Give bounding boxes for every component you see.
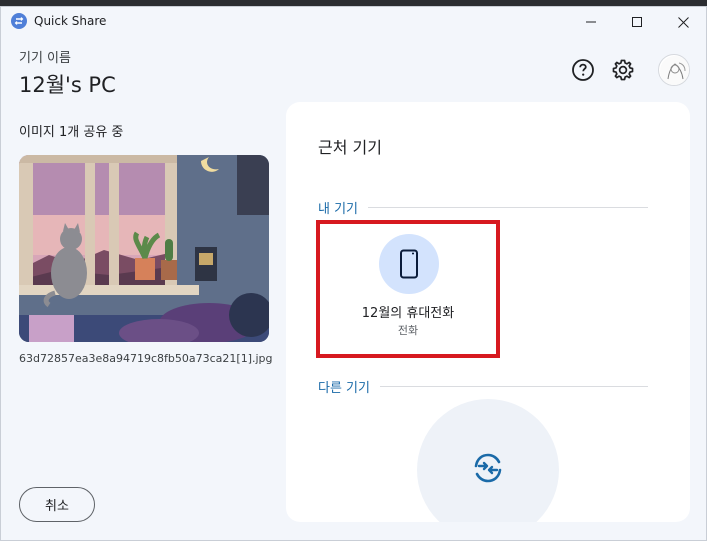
minimize-button[interactable]	[568, 7, 614, 37]
device-tile[interactable]: 12월의 휴대전화 전화	[316, 220, 500, 358]
device-type-label: 전화	[397, 324, 419, 337]
device-name-caption: 기기 이름	[19, 51, 71, 66]
file-name: 63d72857ea3e8a94719c8fb50a73ca21[1].jpg	[19, 352, 273, 365]
window-title: Quick Share	[34, 14, 107, 28]
help-button[interactable]	[570, 57, 596, 83]
quick-share-window: Quick Share 기기 이름 12월's PC 이미지 1개 공유 중 6…	[0, 6, 707, 541]
other-devices-section: 다른 기기	[318, 377, 648, 396]
my-devices-label: 내 기기	[318, 202, 359, 217]
device-avatar	[379, 234, 439, 294]
sync-arrows-icon	[474, 453, 502, 483]
maximize-icon	[632, 17, 642, 27]
title-bar[interactable]: Quick Share	[1, 7, 706, 37]
other-devices-label: 다른 기기	[318, 381, 370, 396]
device-name-label: 12월의 휴대전화	[361, 306, 455, 321]
minimize-icon	[586, 21, 596, 23]
user-avatar[interactable]	[658, 54, 690, 86]
my-devices-section: 내 기기	[318, 198, 648, 217]
phone-icon	[400, 249, 418, 279]
settings-button[interactable]	[610, 57, 636, 83]
gear-icon	[612, 59, 634, 81]
maximize-button[interactable]	[614, 7, 660, 37]
device-name: 12월's PC	[19, 73, 116, 97]
close-icon	[677, 16, 689, 28]
quick-share-icon	[11, 13, 27, 29]
close-button[interactable]	[660, 7, 706, 37]
preview-illustration	[19, 155, 269, 342]
cancel-button[interactable]: 취소	[19, 487, 95, 522]
nearby-devices-panel: 근처 기기 내 기기 12월의 휴대전화 전화 다른 기기	[286, 102, 690, 522]
help-circle-icon	[572, 59, 594, 81]
sharing-status: 이미지 1개 공유 중	[19, 125, 124, 140]
nearby-devices-title: 근처 기기	[318, 138, 382, 157]
section-divider	[379, 386, 648, 387]
section-divider	[368, 207, 648, 208]
avatar-image	[660, 56, 689, 85]
image-preview	[19, 155, 269, 342]
